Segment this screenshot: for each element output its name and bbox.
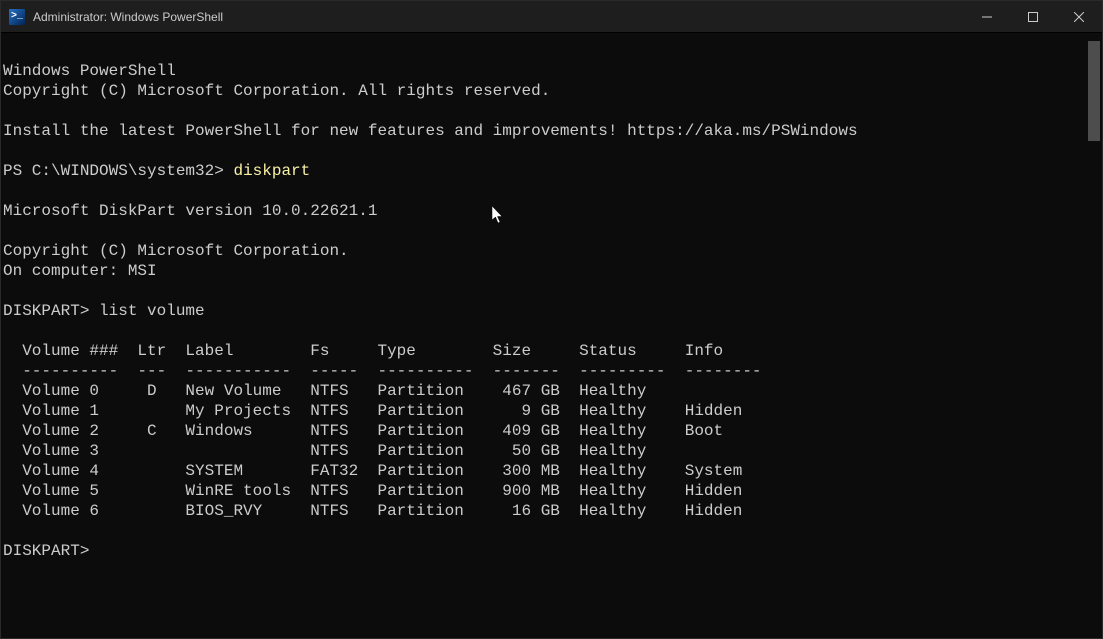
prompt-1: PS C:\WINDOWS\system32> diskpart xyxy=(3,162,310,180)
diskpart-copyright: Copyright (C) Microsoft Corporation. xyxy=(3,242,349,260)
close-icon xyxy=(1074,12,1084,22)
table-divider: ---------- --- ----------- ----- -------… xyxy=(3,362,762,380)
scrollbar-thumb[interactable] xyxy=(1088,41,1100,141)
minimize-button[interactable] xyxy=(964,1,1010,32)
table-row: Volume 4 SYSTEM FAT32 Partition 300 MB H… xyxy=(3,462,742,480)
maximize-icon xyxy=(1028,12,1038,22)
maximize-button[interactable] xyxy=(1010,1,1056,32)
install-msg: Install the latest PowerShell for new fe… xyxy=(3,122,858,140)
table-row: Volume 3 NTFS Partition 50 GB Healthy xyxy=(3,442,646,460)
command-diskpart: diskpart xyxy=(233,162,310,180)
table-header: Volume ### Ltr Label Fs Type Size Status… xyxy=(3,342,723,360)
window-controls xyxy=(964,1,1102,32)
table-row: Volume 1 My Projects NTFS Partition 9 GB… xyxy=(3,402,742,420)
powershell-icon: >_ xyxy=(9,9,25,25)
prompt-path: PS C:\WINDOWS\system32> xyxy=(3,162,233,180)
header-line-1: Windows PowerShell xyxy=(3,62,176,80)
minimize-icon xyxy=(982,12,992,22)
diskpart-computer: On computer: MSI xyxy=(3,262,157,280)
table-row: Volume 2 C Windows NTFS Partition 409 GB… xyxy=(3,422,723,440)
prompt-3: DISKPART> xyxy=(3,542,89,560)
command-list-volume: list volume xyxy=(99,302,205,320)
header-line-2: Copyright (C) Microsoft Corporation. All… xyxy=(3,82,550,100)
prompt-2: DISKPART> list volume xyxy=(3,302,205,320)
title-left: >_ Administrator: Windows PowerShell xyxy=(9,9,223,25)
close-button[interactable] xyxy=(1056,1,1102,32)
table-row: Volume 5 WinRE tools NTFS Partition 900 … xyxy=(3,482,742,500)
diskpart-version: Microsoft DiskPart version 10.0.22621.1 xyxy=(3,202,377,220)
table-row: Volume 0 D New Volume NTFS Partition 467… xyxy=(3,382,646,400)
diskpart-prompt: DISKPART> xyxy=(3,302,99,320)
table-row: Volume 6 BIOS_RVY NTFS Partition 16 GB H… xyxy=(3,502,742,520)
terminal-output[interactable]: Windows PowerShell Copyright (C) Microso… xyxy=(1,33,1102,638)
window-title: Administrator: Windows PowerShell xyxy=(33,10,223,24)
titlebar: >_ Administrator: Windows PowerShell xyxy=(1,1,1102,33)
